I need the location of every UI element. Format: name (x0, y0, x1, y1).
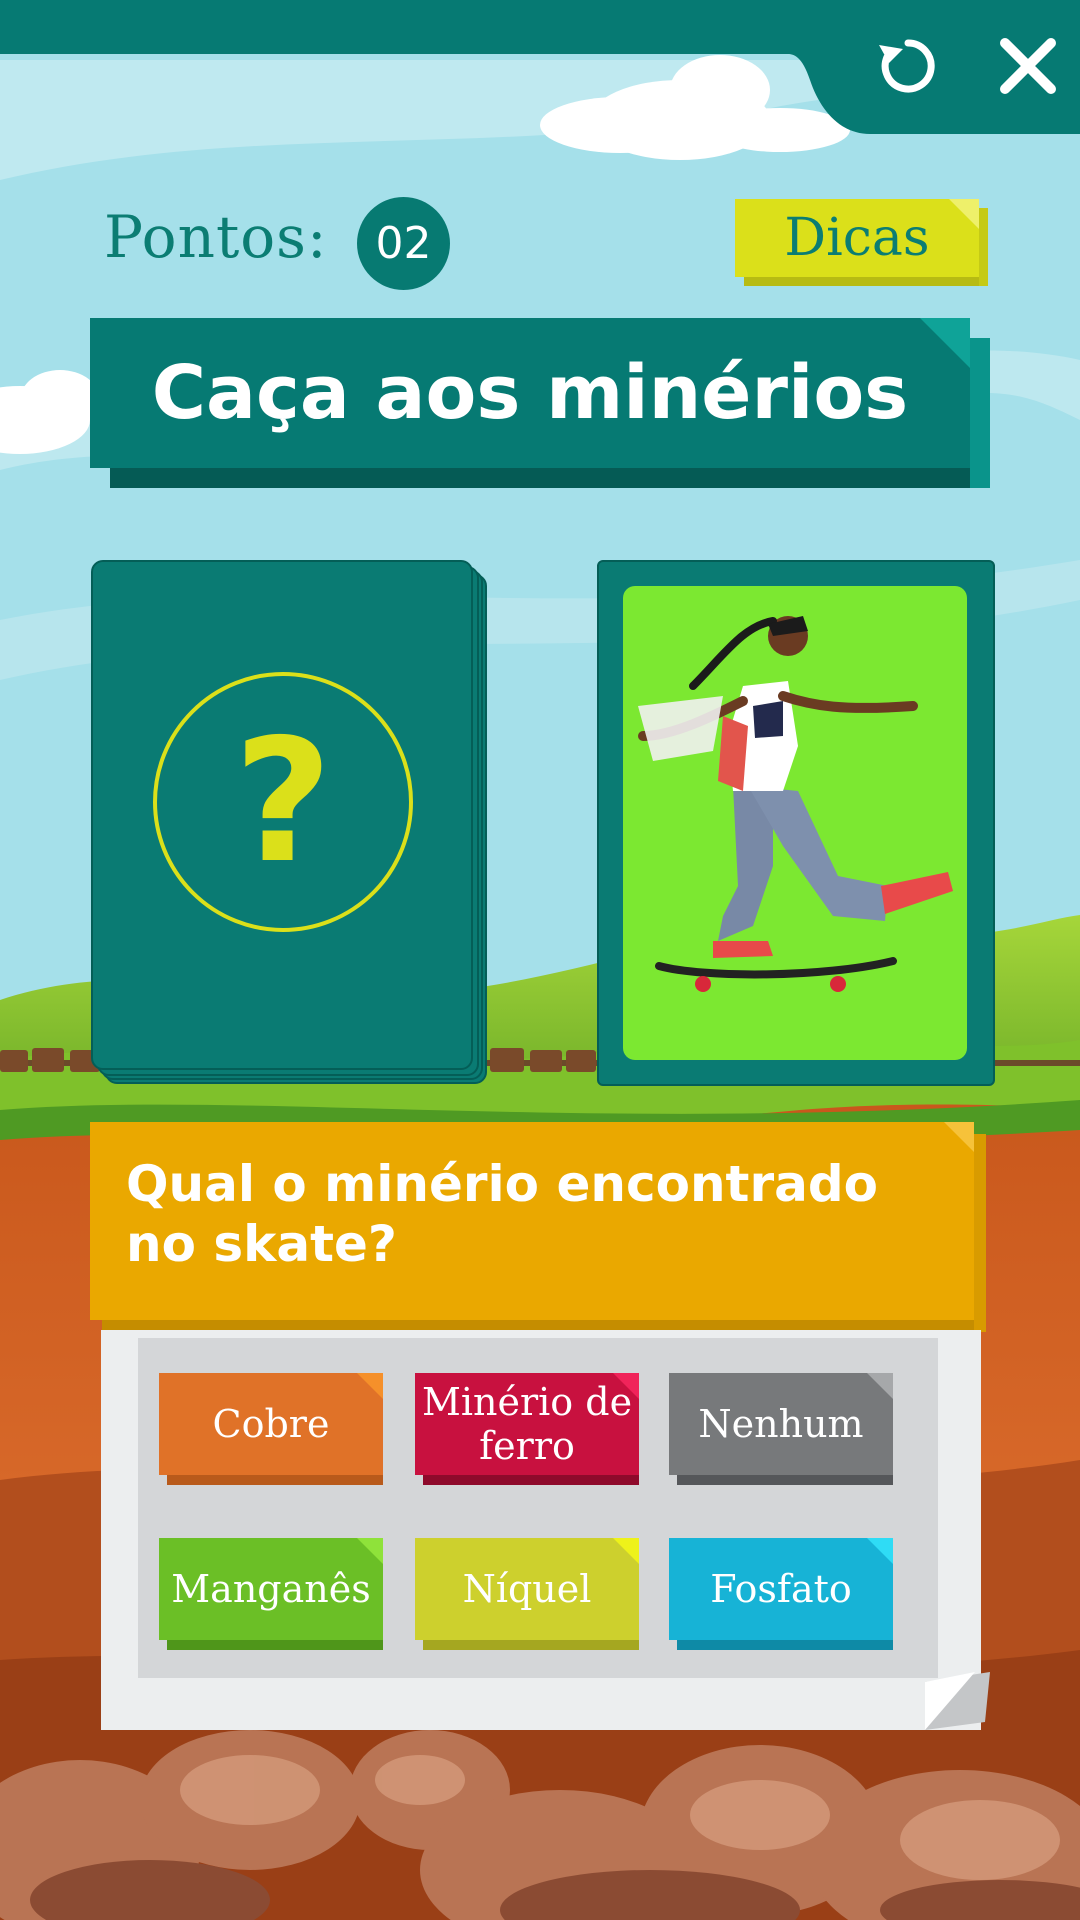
hints-corner-fold (949, 199, 979, 229)
answer-button-5[interactable]: Níquel (415, 1538, 639, 1650)
question-mark-icon: ? (153, 672, 413, 932)
skateboarder-illustration (638, 616, 953, 992)
answer-corner-fold (867, 1538, 893, 1564)
restart-button[interactable] (870, 28, 946, 104)
image-card (597, 560, 995, 1086)
title-banner: Caça aos minérios (90, 318, 990, 488)
hints-label: Dicas (735, 199, 979, 277)
answer-corner-fold (867, 1373, 893, 1399)
answer-corner-fold (357, 1373, 383, 1399)
answer-label: Nenhum (669, 1373, 893, 1475)
skateboard-icon (655, 957, 897, 979)
answer-label: Minério de ferro (415, 1373, 639, 1475)
answer-label: Níquel (415, 1538, 639, 1640)
answer-label: Fosfato (669, 1538, 893, 1640)
title-corner-fold (920, 318, 970, 368)
close-icon (1000, 38, 1056, 94)
answer-button-2[interactable]: Minério de ferro (415, 1373, 639, 1485)
answer-button-3[interactable]: Nenhum (669, 1373, 893, 1485)
answer-button-4[interactable]: Manganês (159, 1538, 383, 1650)
answer-corner-fold (357, 1538, 383, 1564)
close-button[interactable] (990, 28, 1066, 104)
question-text: Qual o minério encontrado no skate? (126, 1155, 878, 1273)
answer-corner-fold (613, 1538, 639, 1564)
game-screen: Pontos: 02 Dicas Caça aos minérios ? Qua… (0, 0, 1080, 1920)
answer-label: Manganês (159, 1538, 383, 1640)
hints-button[interactable]: Dicas (735, 199, 988, 286)
question-banner: Qual o minério encontrado no skate? (90, 1122, 986, 1332)
restart-icon (879, 39, 935, 93)
mystery-card: ? (91, 560, 473, 1070)
mystery-card-stack[interactable]: ? (91, 560, 491, 1084)
score-label: Pontos: (104, 203, 328, 271)
answer-button-1[interactable]: Cobre (159, 1373, 383, 1485)
score-badge: 02 (357, 197, 450, 290)
question-corner-fold (944, 1122, 974, 1152)
answer-button-6[interactable]: Fosfato (669, 1538, 893, 1650)
answer-label: Cobre (159, 1373, 383, 1475)
answer-corner-fold (613, 1373, 639, 1399)
page-title: Caça aos minérios (90, 318, 970, 468)
panel-page-curl (925, 1672, 990, 1730)
